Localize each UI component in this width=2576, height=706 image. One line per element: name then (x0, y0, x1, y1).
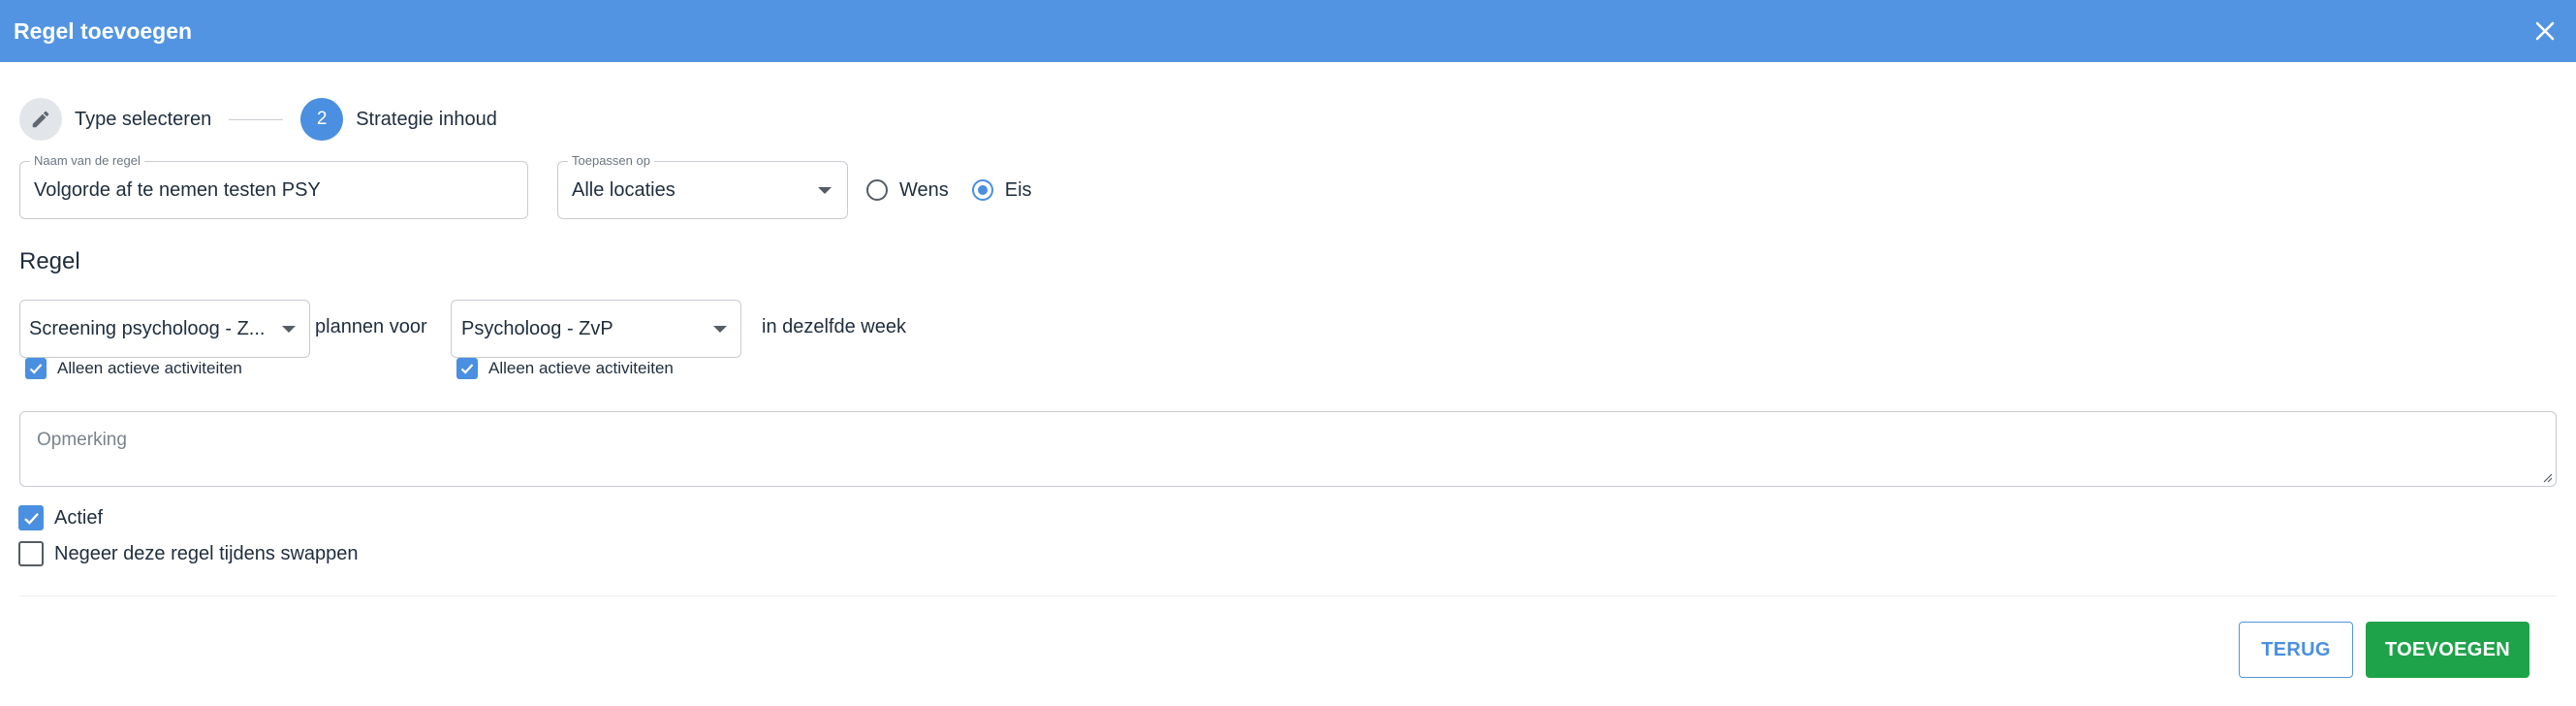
add-button[interactable]: TOEVOEGEN (2366, 622, 2529, 678)
pencil-icon (32, 111, 49, 128)
activity-a-only-active-label: Alleen actieve activiteiten (57, 359, 242, 377)
step-2-number: 2 (316, 109, 328, 129)
apply-to-value: Alle locaties (572, 178, 675, 201)
rule-section-title: Regel (19, 248, 80, 274)
activity-a-select[interactable]: Screening psycholoog - Z... (19, 300, 310, 358)
radio-eis[interactable]: Eis (971, 178, 1032, 202)
active-checkbox[interactable]: Actief (18, 505, 103, 530)
type-radio-group: Wens Eis (866, 175, 1055, 206)
activity-b-value: Psycholoog - ZvP (461, 317, 613, 339)
active-label: Actief (54, 506, 104, 529)
checkbox-checked-icon (25, 358, 47, 379)
apply-to-select[interactable]: Toepassen op Alle locaties (557, 153, 848, 219)
radio-checked-icon (971, 179, 993, 201)
radio-wens-label: Wens (899, 178, 949, 201)
rule-name-field[interactable]: Naam van de regel Volgorde af te nemen t… (19, 153, 528, 219)
ignore-swap-label: Negeer deze regel tijdens swappen (54, 542, 359, 564)
step-2-label: Strategie inhoud (356, 108, 497, 130)
chevron-down-icon (282, 326, 296, 333)
stepper: Type selecteren 2 Strategie inhoud (19, 97, 497, 142)
back-button[interactable]: TERUG (2239, 622, 2353, 678)
suffix-text: in dezelfde week (762, 316, 906, 337)
step-1-label[interactable]: Type selecteren (75, 109, 211, 131)
activity-b-select[interactable]: Psycholoog - ZvP (451, 300, 741, 358)
ignore-swap-checkbox[interactable]: Negeer deze regel tijdens swappen (18, 541, 359, 566)
chevron-down-icon (818, 187, 832, 194)
close-button[interactable] (2528, 14, 2562, 48)
step-connector (229, 118, 284, 120)
radio-eis-label: Eis (1004, 178, 1032, 201)
radio-wens[interactable]: Wens (866, 179, 949, 202)
checkbox-unchecked-icon (18, 541, 44, 566)
checkbox-checked-icon (18, 505, 44, 530)
activity-b-only-active-label: Alleen actieve activiteiten (488, 359, 674, 377)
resize-handle-icon[interactable] (2541, 471, 2553, 483)
dialog-title: Regel toevoegen (14, 17, 193, 44)
dialog-header: Regel toevoegen (0, 0, 2576, 62)
footer-divider (19, 595, 2557, 596)
close-icon (2535, 21, 2555, 41)
activity-b-only-active-checkbox[interactable]: Alleen actieve activiteiten (456, 358, 674, 379)
remark-textarea[interactable]: Opmerking (19, 411, 2557, 487)
step-2-circle: 2 (300, 98, 344, 141)
radio-unchecked-icon (866, 179, 888, 201)
rule-name-value: Volgorde af te nemen testen PSY (34, 178, 321, 201)
checkbox-checked-icon (456, 358, 478, 379)
activity-a-only-active-checkbox[interactable]: Alleen actieve activiteiten (25, 358, 242, 379)
remark-placeholder: Opmerking (37, 430, 127, 450)
chevron-down-icon (713, 326, 727, 333)
step-1-circle[interactable] (19, 98, 62, 141)
activity-a-value: Screening psycholoog - Z... (29, 317, 266, 339)
connector-text: plannen voor (315, 316, 427, 337)
